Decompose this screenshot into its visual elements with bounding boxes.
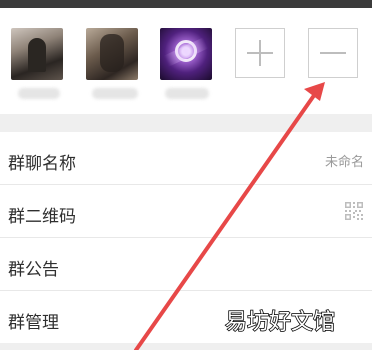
member-name-blur	[92, 88, 138, 99]
remove-member-button[interactable]	[308, 28, 358, 78]
section-gap	[0, 114, 372, 132]
group-name-label: 群聊名称	[8, 154, 76, 174]
member-avatar[interactable]	[11, 28, 63, 80]
group-name-value: 未命名	[324, 155, 364, 170]
member-name-blur	[18, 88, 60, 99]
group-qr-row[interactable]: 群二维码	[0, 185, 372, 238]
member-avatar[interactable]	[160, 28, 212, 80]
member-avatar[interactable]	[86, 28, 138, 80]
group-announcement-label: 群公告	[8, 260, 59, 280]
top-bar	[0, 0, 372, 8]
watermark-text: 易坊好文馆	[224, 309, 336, 336]
qr-code-icon	[345, 202, 363, 220]
member-name-blur	[165, 88, 209, 99]
member-section	[0, 8, 372, 114]
group-manage-label: 群管理	[8, 313, 59, 333]
group-name-row[interactable]: 群聊名称 未命名	[0, 132, 372, 185]
add-member-button[interactable]	[235, 28, 285, 78]
group-qr-label: 群二维码	[8, 207, 76, 227]
plus-icon	[247, 40, 273, 66]
group-announcement-row[interactable]: 群公告	[0, 238, 372, 291]
minus-icon	[320, 52, 346, 54]
